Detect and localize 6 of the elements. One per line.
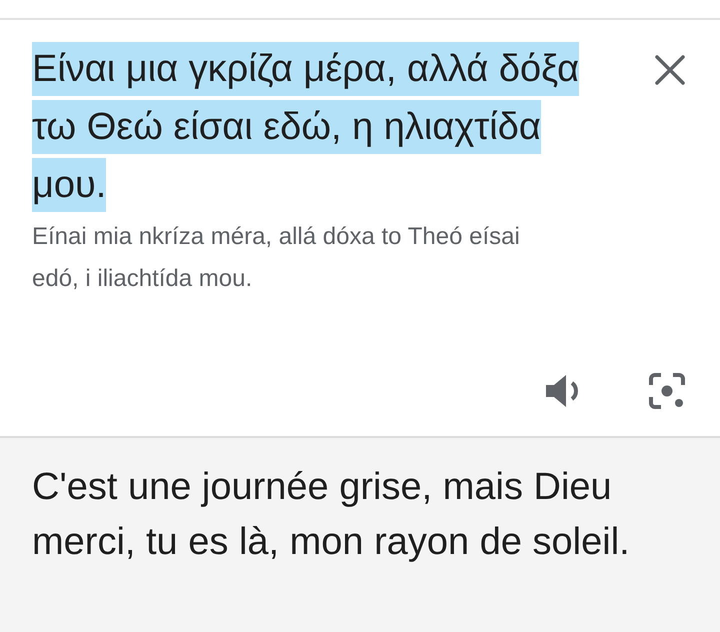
close-button[interactable] [654,54,686,86]
translation-text: C'est une journée grise, mais Dieu merci, tu es là, mon rayon de soleil. [32,465,631,565]
transliteration-text: Eínai mia nkríza méra, allá dóxa to Theó eísai edó, i iliachtída mou. [32,222,521,294]
lens-button[interactable] [648,372,686,410]
close-icon [654,54,686,86]
camera-search-icon [648,372,686,410]
